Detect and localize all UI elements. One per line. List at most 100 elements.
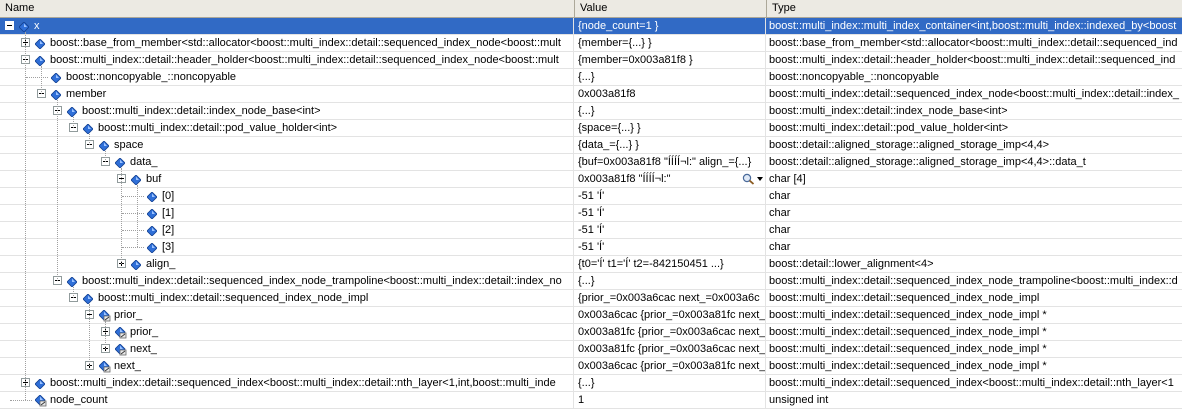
value-cell[interactable]: {...} xyxy=(575,69,766,85)
type-cell: boost::multi_index::detail::sequenced_in… xyxy=(769,275,1178,287)
tree-line xyxy=(73,117,74,128)
name-cell: boost::multi_index::detail::sequenced_in… xyxy=(0,273,574,289)
variable-name: next_ xyxy=(130,343,157,355)
name-cell: boost::multi_index::detail::header_holde… xyxy=(0,52,574,68)
tree-line xyxy=(122,247,144,248)
type-cell: boost::multi_index::detail::sequenced_in… xyxy=(769,292,1040,304)
type-cell: boost::multi_index::detail::pod_value_ho… xyxy=(769,122,1009,134)
tree-line xyxy=(137,185,138,247)
watch-row[interactable]: boost::multi_index::detail::sequenced_in… xyxy=(0,290,1182,307)
value-cell[interactable]: {data_={...} } xyxy=(575,137,766,153)
value-cell[interactable]: 0x003a6cac {prior_=0x003a81fc next_ xyxy=(575,307,766,323)
value-cell[interactable]: -51 'Í' xyxy=(575,222,766,238)
member-diamond-icon xyxy=(130,174,142,186)
variable-name: member xyxy=(66,88,107,100)
watch-row[interactable]: boost::base_from_member<std::allocator<b… xyxy=(0,35,1182,52)
type-cell: unsigned int xyxy=(769,394,829,406)
value-cell[interactable]: 0x003a81f8 xyxy=(575,86,766,102)
watch-row[interactable]: prior_ 0x003a81fc {prior_=0x003a6cac next… xyxy=(0,324,1182,341)
name-cell: buf xyxy=(0,171,574,187)
watch-row[interactable]: [3] -51 'Í' char xyxy=(0,239,1182,256)
reference-member-icon xyxy=(98,360,111,373)
watch-row[interactable]: align_ {t0='Í' t1='Í' t2=-842150451 ...} b… xyxy=(0,256,1182,273)
value-cell[interactable]: {prior_=0x003a6cac next_=0x003a6c xyxy=(575,290,766,306)
member-diamond-icon xyxy=(82,123,94,135)
watch-row[interactable]: buf 0x003a81f8 "ÍÍÍÍ¬l:" char [4] xyxy=(0,171,1182,188)
watch-row[interactable]: next_ 0x003a6cac {prior_=0x003a81fc next_… xyxy=(0,358,1182,375)
visualizer-dropdown-icon[interactable] xyxy=(757,177,763,181)
watch-row[interactable]: data_ {buf=0x003a81f8 "ÍÍÍÍ¬l:" align_={.… xyxy=(0,154,1182,171)
tree-line xyxy=(73,287,74,298)
watch-row[interactable]: boost::multi_index::detail::index_node_b… xyxy=(0,103,1182,120)
watch-row[interactable]: member 0x003a81f8 boost::multi_index::deta… xyxy=(0,86,1182,103)
member-diamond-icon xyxy=(66,276,78,288)
member-diamond-icon xyxy=(34,38,46,50)
watch-row[interactable]: boost::multi_index::detail::sequenced_in… xyxy=(0,375,1182,392)
value-cell[interactable]: {member={...} } xyxy=(575,35,766,51)
tree-line xyxy=(25,32,26,400)
tree-line xyxy=(89,304,90,366)
watch-row[interactable]: node_count 1 unsigned int xyxy=(0,392,1182,409)
value-cell[interactable]: -51 'Í' xyxy=(575,239,766,255)
value-cell[interactable]: 0x003a81fc {prior_=0x003a6cac next_ xyxy=(575,324,766,340)
value-cell[interactable]: {member=0x003a81f8 } xyxy=(575,52,766,68)
value-cell[interactable]: {buf=0x003a81f8 "ÍÍÍÍ¬l:" align_={...} xyxy=(575,154,766,170)
type-cell: boost::noncopyable_::noncopyable xyxy=(769,71,940,83)
value-cell[interactable]: {...} xyxy=(575,273,766,289)
value-cell[interactable]: {...} xyxy=(575,103,766,119)
value-cell[interactable]: {t0='Í' t1='Í' t2=-842150451 ...} xyxy=(575,256,766,272)
collapse-icon[interactable] xyxy=(5,21,14,30)
variable-name: [0] xyxy=(162,190,175,202)
value-cell[interactable]: 0x003a6cac {prior_=0x003a81fc next_ xyxy=(575,358,766,374)
member-diamond-icon xyxy=(146,242,158,254)
value-cell[interactable]: 1 xyxy=(575,392,766,408)
column-header-type[interactable]: Type xyxy=(767,0,1182,17)
watch-window: Name Value Type x {node_count=1 } boost::m… xyxy=(0,0,1182,410)
watch-row[interactable]: prior_ 0x003a6cac {prior_=0x003a81fc next… xyxy=(0,307,1182,324)
value-cell[interactable]: {node_count=1 } xyxy=(575,18,766,34)
tree-line xyxy=(105,321,106,349)
type-cell: boost::detail::lower_alignment<4> xyxy=(769,258,934,270)
column-header-value[interactable]: Value xyxy=(575,0,767,17)
name-cell: boost::multi_index::detail::pod_value_ho… xyxy=(0,120,574,136)
variable-name: boost::multi_index::detail::pod_value_ho… xyxy=(98,122,338,134)
watch-row[interactable]: [2] -51 'Í' char xyxy=(0,222,1182,239)
name-cell: boost::base_from_member<std::allocator<b… xyxy=(0,35,574,51)
variable-name: prior_ xyxy=(114,309,143,321)
name-cell: data_ xyxy=(0,154,574,170)
magnifier-icon[interactable] xyxy=(742,173,755,185)
value-cell[interactable]: {space={...} } xyxy=(575,120,766,136)
name-cell: [1] xyxy=(0,205,574,221)
watch-row[interactable]: boost::multi_index::detail::header_holde… xyxy=(0,52,1182,69)
watch-row[interactable]: boost::noncopyable_::noncopyable {...} boo… xyxy=(0,69,1182,86)
tree-line xyxy=(10,400,32,401)
watch-row[interactable]: boost::multi_index::detail::pod_value_ho… xyxy=(0,120,1182,137)
watch-rows: x {node_count=1 } boost::multi_index::mult… xyxy=(0,18,1182,410)
member-diamond-icon xyxy=(82,293,94,305)
variable-name: align_ xyxy=(146,258,176,270)
member-diamond-icon xyxy=(50,72,62,84)
type-cell: boost::base_from_member<std::allocator<b… xyxy=(769,37,1178,49)
watch-row[interactable]: boost::multi_index::detail::sequenced_in… xyxy=(0,273,1182,290)
value-cell[interactable]: 0x003a81fc {prior_=0x003a6cac next_ xyxy=(575,341,766,357)
watch-row[interactable]: next_ 0x003a81fc {prior_=0x003a6cac next_… xyxy=(0,341,1182,358)
tree-line xyxy=(89,134,90,145)
value-cell[interactable]: -51 'Í' xyxy=(575,205,766,221)
member-diamond-icon xyxy=(146,225,158,237)
member-diamond-icon xyxy=(146,191,158,203)
watch-row[interactable]: space {data_={...} } boost::detail::aligne… xyxy=(0,137,1182,154)
name-cell: prior_ xyxy=(0,307,574,323)
watch-row[interactable]: x {node_count=1 } boost::multi_index::mult… xyxy=(0,18,1182,35)
value-cell[interactable]: 0x003a81f8 "ÍÍÍÍ¬l:" xyxy=(575,171,766,187)
type-cell: boost::detail::aligned_storage::aligned_… xyxy=(769,156,1086,168)
value-cell[interactable]: -51 'Í' xyxy=(575,188,766,204)
variable-name: boost::base_from_member<std::allocator<b… xyxy=(50,37,561,49)
variable-name: boost::noncopyable_::noncopyable xyxy=(66,71,237,83)
variable-name: data_ xyxy=(130,156,158,168)
column-header-name[interactable]: Name xyxy=(0,0,575,17)
value-cell[interactable]: {...} xyxy=(575,375,766,391)
variable-name: [1] xyxy=(162,207,175,219)
watch-row[interactable]: [0] -51 'Í' char xyxy=(0,188,1182,205)
name-cell: space xyxy=(0,137,574,153)
watch-row[interactable]: [1] -51 'Í' char xyxy=(0,205,1182,222)
